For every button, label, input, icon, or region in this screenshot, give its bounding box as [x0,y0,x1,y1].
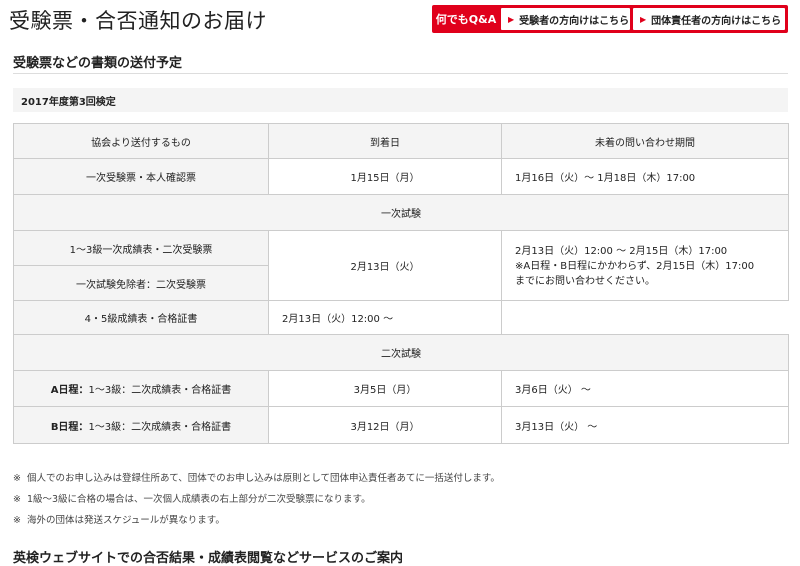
arrival-cell: 2月13日（火） [268,230,502,301]
inquiry-line: までにお問い合わせください。 [515,276,655,287]
table-row: B日程：1～3級：二次成績表・合格証書 3月12日（月） 3月13日（火） ～ [13,406,789,444]
note-mark: ※ [13,515,21,526]
candidate-link[interactable]: ▶ 受験者の方向けはこちら [501,8,630,30]
note-item: ※ 個人でのお申し込みは登録住所あて、団体でのお申し込みは原則として団体申込責任者… [13,470,788,491]
inquiry-cell: 3月6日（火） ～ [501,370,789,407]
table-group-row: 二次試験 [13,334,789,371]
inquiry-line: 2月13日（火）12:00 ～ 2月15日（木）17:00 [515,246,728,257]
column-header-item: 協会より送付するもの [13,123,269,159]
inquiry-cell: 3月13日（火） ～ [501,406,789,444]
schedule-b-label: B日程： [50,421,89,433]
note-text: 1級～3級に合格の場合は、一次個人成績表の右上部分が二次受験票になります。 [26,494,371,505]
candidate-link-label: 受験者の方向けはこちら [519,15,630,27]
table-row: 4・5級成績表・合格証書 2月13日（火）12:00 ～ [13,300,789,335]
inquiry-line: ※A日程・B日程にかかわらず、2月15日（木）17:00 [515,261,755,272]
inquiry-cell: 1月16日（火）～ 1月18日（木）17:00 [501,158,789,195]
item-cell: 1～3級一次成績表・二次受験票 [13,230,269,266]
note-item: ※ 海外の団体は発送スケジュールが異なります。 [13,512,788,533]
arrival-cell: 1月15日（月） [268,158,502,195]
note-text: 海外の団体は発送スケジュールが異なります。 [26,515,225,526]
table-header-row: 協会より送付するもの 到着日 未着の問い合わせ期間 [13,123,789,159]
schedule-a-label: A日程： [50,385,89,396]
first-exam-label: 一次試験 [13,194,789,231]
table-row: 1～3級一次成績表・二次受験票 2月13日（火） 2月13日（火）12:00 ～… [13,230,789,301]
item-cell: A日程：1～3級：二次成績表・合格証書 [13,370,269,407]
item-cell: 一次試験免除者：二次受験票 [13,265,269,301]
section-heading-documents: 受験票などの書類の送付予定 [13,56,183,71]
inquiry-cell: 2月13日（火）12:00 ～ [268,300,502,335]
faq-button[interactable]: 何でもQ&A [432,5,500,33]
divider [13,73,788,74]
section-heading-services: 英検ウェブサイトでの合否結果・成績表閲覧などサービスのご案内 [13,551,404,566]
group-leader-link-label: 団体責任者の方向けはこちら [651,15,782,27]
table-row: A日程：1～3級：二次成績表・合格証書 3月5日（月） 3月6日（火） ～ [13,370,789,407]
item-cell: B日程：1～3級：二次成績表・合格証書 [13,406,269,444]
note-mark: ※ [13,473,21,484]
item-cell: 4・5級成績表・合格証書 [13,300,269,335]
arrow-right-icon: ▶ [640,14,647,24]
arrow-right-icon: ▶ [508,14,515,24]
notes-list: ※ 個人でのお申し込みは登録住所あて、団体でのお申し込みは原則として団体申込責任者… [13,470,788,533]
table-group-row: 一次試験 [13,194,789,231]
item-cell: 一次受験票・本人確認票 [13,158,269,195]
second-exam-label: 二次試験 [13,334,789,371]
header-nav: 何でもQ&A ▶ 受験者の方向けはこちら ▶ 団体責任者の方向けはこちら [432,5,788,33]
schedule-table: 協会より送付するもの 到着日 未着の問い合わせ期間 一次受験票・本人確認票 1月… [13,123,789,444]
arrival-cell: 3月5日（月） [268,370,502,407]
item-text: 1～3級：二次成績表・合格証書 [88,385,232,396]
item-text: 1～3級：二次成績表・合格証書 [88,421,232,433]
column-header-arrival: 到着日 [268,123,502,159]
table-row: 一次受験票・本人確認票 1月15日（月） 1月16日（火）～ 1月18日（木）1… [13,158,789,195]
exam-session-heading: 2017年度第3回検定 [13,88,788,112]
group-leader-link[interactable]: ▶ 団体責任者の方向けはこちら [633,8,785,30]
arrival-cell: 3月12日（月） [268,406,502,444]
note-item: ※ 1級～3級に合格の場合は、一次個人成績表の右上部分が二次受験票になります。 [13,491,788,512]
inquiry-cell-multiline: 2月13日（火）12:00 ～ 2月15日（木）17:00 ※A日程・B日程にか… [501,230,789,301]
column-header-inquiry: 未着の問い合わせ期間 [501,123,789,159]
note-mark: ※ [13,494,21,505]
note-text: 個人でのお申し込みは登録住所あて、団体でのお申し込みは原則として団体申込責任者あ… [26,473,500,484]
page-title: 受験票・合否通知のお届け [9,9,267,33]
